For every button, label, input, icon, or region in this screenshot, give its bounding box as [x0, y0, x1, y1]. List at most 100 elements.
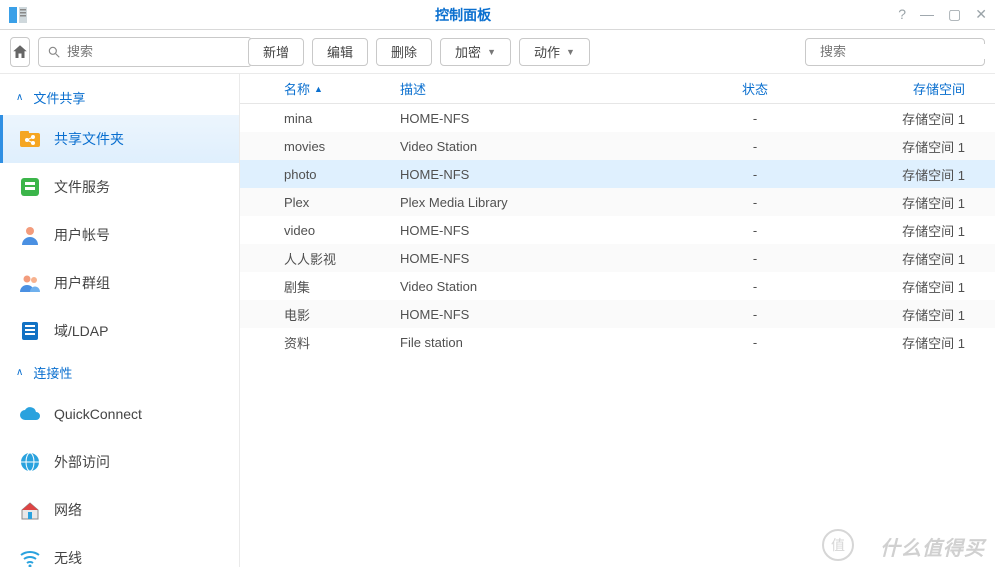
sidebar-item-user-account[interactable]: 用户帐号	[0, 211, 239, 259]
network-house-icon	[18, 498, 42, 522]
sidebar-item-file-service[interactable]: 文件服务	[0, 163, 239, 211]
col-header-desc-label: 描述	[400, 82, 426, 97]
cell-status: -	[675, 167, 835, 182]
cell-status: -	[675, 195, 835, 210]
cell-storage: 存储空间 1	[835, 137, 995, 156]
sidebar-item-network-house[interactable]: 网络	[0, 486, 239, 534]
cell-status: -	[675, 307, 835, 322]
sidebar-section-title: 文件共享	[33, 88, 85, 107]
edit-button[interactable]: 编辑	[312, 38, 368, 66]
cell-storage: 存储空间 1	[835, 193, 995, 212]
table-row[interactable]: photoHOME-NFS-存储空间 1	[240, 160, 995, 188]
table-filter-input[interactable]	[820, 44, 995, 59]
cell-status: -	[675, 223, 835, 238]
cell-name: 剧集	[280, 277, 400, 296]
edit-button-label: 编辑	[327, 42, 353, 61]
sidebar-item-label: 共享文件夹	[54, 129, 124, 149]
search-icon	[47, 45, 61, 59]
cell-name: 电影	[280, 305, 400, 324]
cell-name: mina	[280, 111, 400, 126]
cell-name: 人人影视	[280, 249, 400, 268]
user-account-icon	[18, 223, 42, 247]
cell-storage: 存储空间 1	[835, 305, 995, 324]
table-row[interactable]: minaHOME-NFS-存储空间 1	[240, 104, 995, 132]
cell-desc: HOME-NFS	[400, 307, 675, 322]
sidebar-section-title: 连接性	[33, 363, 72, 382]
table-row[interactable]: 人人影视HOME-NFS-存储空间 1	[240, 244, 995, 272]
col-header-storage-label: 存储空间	[913, 82, 965, 97]
globe-icon	[18, 450, 42, 474]
encrypt-button[interactable]: 加密 ▼	[440, 38, 511, 66]
sidebar-item-globe[interactable]: 外部访问	[0, 438, 239, 486]
action-button-label: 动作	[534, 42, 560, 61]
sidebar-item-user-group[interactable]: 用户群组	[0, 259, 239, 307]
sidebar-item-cloud[interactable]: QuickConnect	[0, 390, 239, 438]
sidebar-section-header[interactable]: ∧ 连接性	[0, 355, 239, 390]
share-folder-icon	[18, 127, 42, 151]
table-row[interactable]: 剧集Video Station-存储空间 1	[240, 272, 995, 300]
chevron-up-icon: ∧	[16, 92, 23, 103]
cell-name: Plex	[280, 195, 400, 210]
col-header-status-label: 状态	[742, 82, 768, 97]
action-button[interactable]: 动作 ▼	[519, 38, 590, 66]
cell-name: photo	[280, 167, 400, 182]
cell-status: -	[675, 279, 835, 294]
col-header-storage[interactable]: 存储空间	[835, 79, 995, 98]
delete-button-label: 删除	[391, 42, 417, 61]
home-icon	[11, 43, 29, 61]
col-header-desc[interactable]: 描述	[400, 79, 675, 98]
cloud-icon	[18, 402, 42, 426]
table-row[interactable]: moviesVideo Station-存储空间 1	[240, 132, 995, 160]
sidebar-item-label: 文件服务	[54, 177, 110, 197]
table-body: minaHOME-NFS-存储空间 1moviesVideo Station-存…	[240, 104, 995, 567]
help-icon[interactable]: ?	[898, 6, 906, 23]
table-row[interactable]: PlexPlex Media Library-存储空间 1	[240, 188, 995, 216]
sidebar-section-header[interactable]: ∧ 文件共享	[0, 80, 239, 115]
chevron-down-icon: ▼	[487, 47, 496, 57]
delete-button[interactable]: 删除	[376, 38, 432, 66]
table-row[interactable]: 电影HOME-NFS-存储空间 1	[240, 300, 995, 328]
sidebar-item-share-folder[interactable]: 共享文件夹	[0, 115, 239, 163]
sidebar-item-label: 域/LDAP	[54, 321, 108, 341]
cell-desc: Plex Media Library	[400, 195, 675, 210]
close-icon[interactable]: ✕	[975, 6, 987, 23]
cell-desc: HOME-NFS	[400, 251, 675, 266]
cell-storage: 存储空间 1	[835, 249, 995, 268]
sidebar-item-label: 用户群组	[54, 273, 110, 293]
sort-asc-icon: ▲	[314, 84, 323, 94]
encrypt-button-label: 加密	[455, 42, 481, 61]
ldap-icon	[18, 319, 42, 343]
sidebar-item-label: 无线	[54, 548, 82, 567]
sidebar-search[interactable]	[38, 37, 252, 67]
cell-status: -	[675, 335, 835, 350]
table-filter[interactable]	[805, 38, 985, 66]
app-icon	[8, 5, 28, 25]
chevron-up-icon: ∧	[16, 367, 23, 378]
cell-status: -	[675, 111, 835, 126]
cell-storage: 存储空间 1	[835, 221, 995, 240]
cell-desc: File station	[400, 335, 675, 350]
cell-name: movies	[280, 139, 400, 154]
sidebar-item-label: 网络	[54, 500, 82, 520]
sidebar-item-wifi[interactable]: 无线	[0, 534, 239, 567]
window-title: 控制面板	[28, 5, 898, 25]
sidebar-search-input[interactable]	[67, 44, 243, 59]
cell-name: video	[280, 223, 400, 238]
cell-storage: 存储空间 1	[835, 277, 995, 296]
sidebar-item-ldap[interactable]: 域/LDAP	[0, 307, 239, 355]
maximize-icon[interactable]: ▢	[948, 6, 961, 23]
wifi-icon	[18, 546, 42, 567]
sidebar-item-label: 用户帐号	[54, 225, 110, 245]
chevron-down-icon: ▼	[566, 47, 575, 57]
table-row[interactable]: 资料File station-存储空间 1	[240, 328, 995, 356]
col-header-status[interactable]: 状态	[675, 79, 835, 98]
create-button[interactable]: 新增	[248, 38, 304, 66]
cell-desc: HOME-NFS	[400, 223, 675, 238]
col-header-name[interactable]: 名称 ▲	[280, 79, 400, 98]
table-row[interactable]: videoHOME-NFS-存储空间 1	[240, 216, 995, 244]
minimize-icon[interactable]: —	[920, 6, 934, 23]
cell-desc: Video Station	[400, 139, 675, 154]
sidebar: ∧ 文件共享共享文件夹文件服务用户帐号用户群组域/LDAP ∧ 连接性 QuickCon…	[0, 74, 240, 567]
home-button[interactable]	[10, 37, 30, 67]
sidebar-item-label: 外部访问	[54, 452, 110, 472]
